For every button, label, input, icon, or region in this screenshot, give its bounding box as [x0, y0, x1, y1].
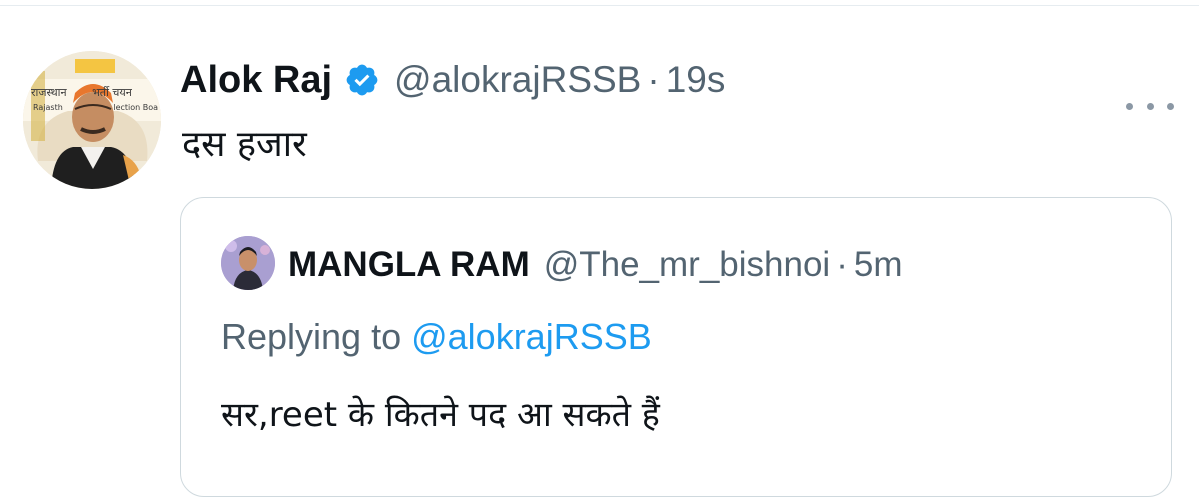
replying-to-label: Replying to: [221, 316, 412, 357]
header-separator: ·: [647, 59, 660, 100]
quoted-tweet-timestamp[interactable]: 5m: [854, 245, 903, 285]
replying-to-line: Replying to @alokrajRSSB: [221, 316, 652, 358]
quoted-author-name[interactable]: MANGLA RAM: [288, 245, 530, 285]
replying-to-handle-link[interactable]: @alokrajRSSB: [411, 316, 652, 357]
tweet-header: Alok Raj @alokrajRSSB · 19s: [180, 52, 725, 108]
author-handle[interactable]: @alokrajRSSB: [394, 59, 641, 101]
avatar-photo: [23, 51, 161, 189]
more-horizontal-icon: [1126, 102, 1133, 110]
author-name[interactable]: Alok Raj: [180, 59, 332, 102]
quoted-tweet-text: सर,reet के कितने पद आ सकते हैं: [221, 395, 660, 435]
avatar-banner-subtext: Rajasth lection Boa: [33, 103, 159, 112]
tweet-text: दस हजार: [182, 124, 307, 165]
verified-badge-icon: [344, 62, 380, 98]
tweet-timestamp[interactable]: 19s: [666, 59, 726, 101]
quoted-avatar-photo: [221, 236, 275, 290]
more-options-button[interactable]: [1126, 94, 1174, 118]
quoted-header-separator: ·: [836, 245, 848, 284]
more-horizontal-icon: [1167, 102, 1174, 110]
more-horizontal-icon: [1146, 102, 1154, 110]
author-avatar[interactable]: राजस्थान भर्ती चयन Rajasth lection Boa: [23, 51, 161, 189]
quoted-author-avatar[interactable]: [221, 236, 275, 290]
quoted-author-handle[interactable]: @The_mr_bishnoi: [544, 245, 831, 285]
quoted-tweet-header: MANGLA RAM @The_mr_bishnoi · 5m: [288, 240, 903, 290]
top-divider: [0, 5, 1199, 6]
avatar-banner-text: राजस्थान भर्ती चयन: [31, 86, 132, 99]
